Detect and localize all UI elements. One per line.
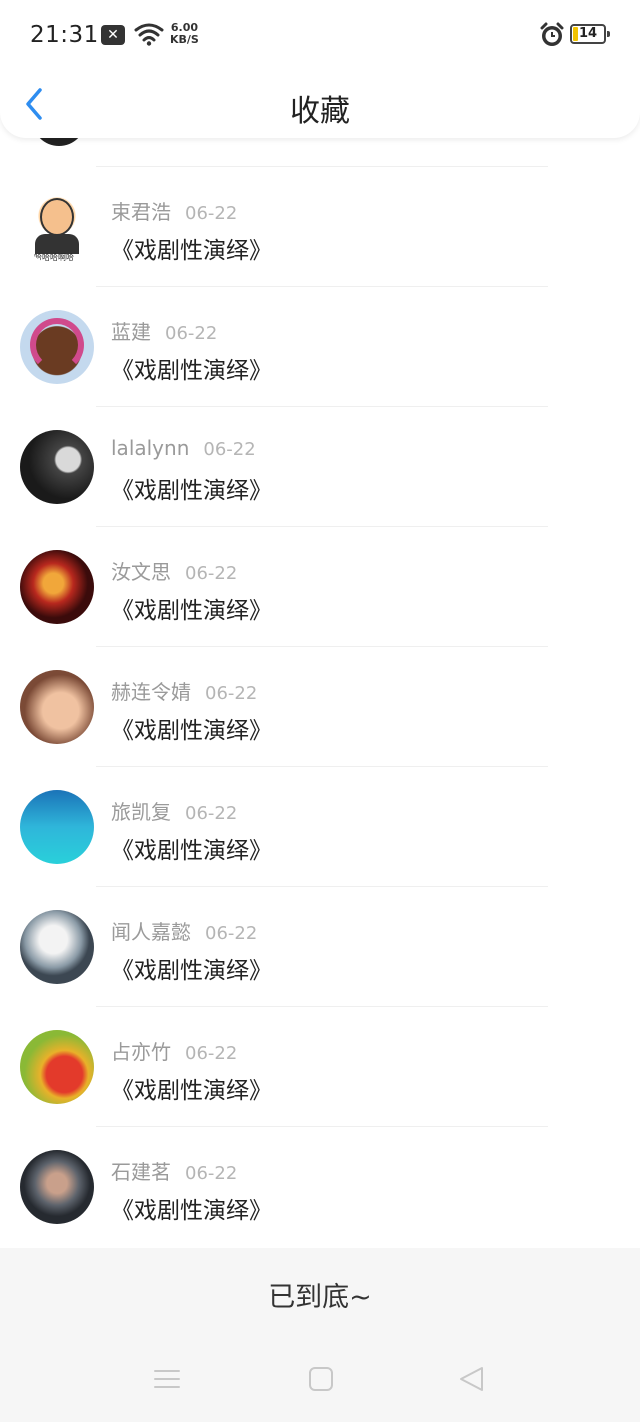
item-date: 06-22 xyxy=(185,1163,238,1184)
work-title: 《戏剧性演绎》 xyxy=(111,358,272,384)
work-title: 《戏剧性演绎》 xyxy=(111,478,272,504)
item-date: 06-22 xyxy=(185,1043,238,1064)
avatar xyxy=(20,430,94,504)
item-meta: 汝文思 06-22 xyxy=(111,556,237,585)
status-time: 21:31 xyxy=(30,22,99,48)
favorites-list: 哈哈哈啊哈 束君浩 06-22 《戏剧性演绎》 蓝建 06-22 《戏剧性演绎》 l… xyxy=(0,167,640,1247)
avatar xyxy=(20,550,94,624)
avatar-caption: 哈哈哈啊哈 xyxy=(34,253,74,262)
avatar: 哈哈哈啊哈 xyxy=(20,190,94,264)
alarm-icon xyxy=(539,22,565,52)
item-meta: 蓝建 06-22 xyxy=(111,316,217,345)
list-item[interactable]: lalalynn 06-22 《戏剧性演绎》 xyxy=(0,407,640,527)
battery-icon: 14 xyxy=(570,24,610,44)
system-nav-bar xyxy=(0,1350,640,1410)
nav-bar: 收藏 xyxy=(0,72,640,136)
item-date: 06-22 xyxy=(185,203,238,224)
user-name: 汝文思 xyxy=(111,560,171,584)
user-name: 占亦竹 xyxy=(111,1040,171,1064)
network-speed-unit: KB/S xyxy=(170,33,199,46)
item-meta: 赫连令婧 06-22 xyxy=(111,676,257,705)
user-name: 束君浩 xyxy=(111,200,171,224)
list-item[interactable]: 旅凯复 06-22 《戏剧性演绎》 xyxy=(0,767,640,887)
item-meta: lalalynn 06-22 xyxy=(111,436,256,460)
avatar xyxy=(20,310,94,384)
work-title: 《戏剧性演绎》 xyxy=(111,598,272,624)
list-item[interactable]: 汝文思 06-22 《戏剧性演绎》 xyxy=(0,527,640,647)
avatar xyxy=(20,670,94,744)
list-item[interactable]: 闻人嘉懿 06-22 《戏剧性演绎》 xyxy=(0,887,640,1007)
user-name: 蓝建 xyxy=(111,320,151,344)
avatar xyxy=(20,1030,94,1104)
avatar xyxy=(20,1150,94,1224)
work-title: 《戏剧性演绎》 xyxy=(111,1078,272,1104)
user-name: 石建茗 xyxy=(111,1160,171,1184)
avatar xyxy=(20,790,94,864)
back-triangle-icon[interactable] xyxy=(457,1364,487,1394)
end-of-list-text: 已到底~ xyxy=(268,1282,372,1313)
list-item[interactable]: 占亦竹 06-22 《戏剧性演绎》 xyxy=(0,1007,640,1127)
work-title: 《戏剧性演绎》 xyxy=(111,238,272,264)
list-item[interactable]: 哈哈哈啊哈 束君浩 06-22 《戏剧性演绎》 xyxy=(0,167,640,287)
item-date: 06-22 xyxy=(185,563,238,584)
work-title: 《戏剧性演绎》 xyxy=(111,838,272,864)
user-name: 旅凯复 xyxy=(111,800,171,824)
menu-icon[interactable] xyxy=(152,1364,182,1394)
user-name: 闻人嘉懿 xyxy=(111,920,191,944)
item-meta: 束君浩 06-22 xyxy=(111,196,237,225)
item-meta: 石建茗 06-22 xyxy=(111,1156,237,1185)
battery-level: 14 xyxy=(578,26,598,41)
user-name: lalalynn xyxy=(111,436,190,460)
item-meta: 旅凯复 06-22 xyxy=(111,796,237,825)
item-date: 06-22 xyxy=(205,683,258,704)
item-meta: 占亦竹 06-22 xyxy=(111,1036,237,1065)
wifi-icon xyxy=(134,22,164,50)
home-square-icon[interactable] xyxy=(306,1364,336,1394)
item-date: 06-22 xyxy=(185,803,238,824)
list-item[interactable]: 石建茗 06-22 《戏剧性演绎》 xyxy=(0,1127,640,1247)
list-item[interactable]: 蓝建 06-22 《戏剧性演绎》 xyxy=(0,287,640,407)
page-title: 收藏 xyxy=(290,94,350,129)
avatar xyxy=(20,910,94,984)
item-date: 06-22 xyxy=(165,323,218,344)
network-speed: 6.00 KB/S xyxy=(170,22,199,46)
work-title: 《戏剧性演绎》 xyxy=(111,1198,272,1224)
top-header: 21:31 ✕ 6.00 KB/S 14 收藏 xyxy=(0,0,640,138)
item-date: 06-22 xyxy=(203,439,256,460)
close-notification-icon: ✕ xyxy=(101,25,125,45)
work-title: 《戏剧性演绎》 xyxy=(111,958,272,984)
user-name: 赫连令婧 xyxy=(111,680,191,704)
item-meta: 闻人嘉懿 06-22 xyxy=(111,916,257,945)
work-title: 《戏剧性演绎》 xyxy=(111,718,272,744)
list-item[interactable]: 赫连令婧 06-22 《戏剧性演绎》 xyxy=(0,647,640,767)
status-bar: 21:31 ✕ 6.00 KB/S 14 xyxy=(0,0,640,72)
item-date: 06-22 xyxy=(205,923,258,944)
